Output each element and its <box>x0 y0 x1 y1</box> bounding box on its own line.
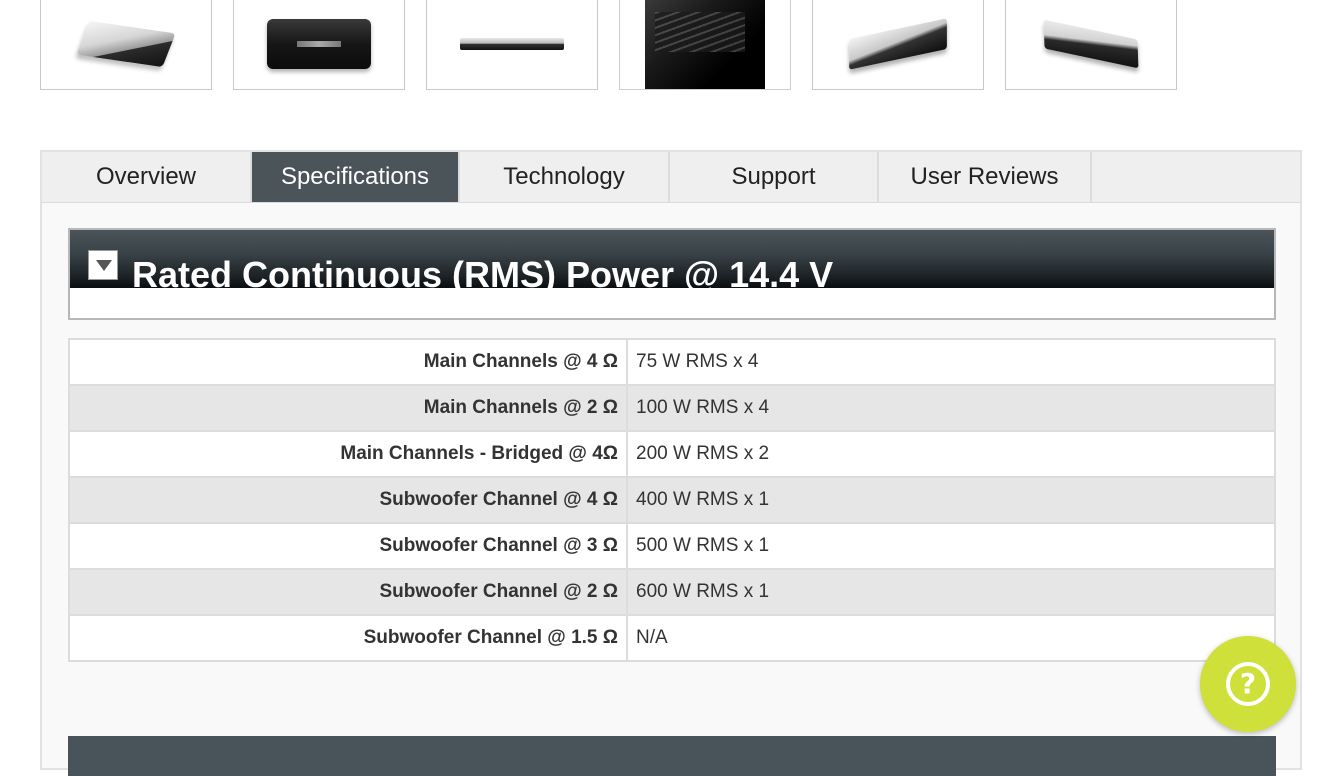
table-row: Main Channels - Bridged @ 4Ω 200 W RMS x… <box>68 430 1276 478</box>
product-thumbnail-strip <box>0 0 1334 100</box>
spec-value: 100 W RMS x 4 <box>626 384 1276 432</box>
spec-value: 75 W RMS x 4 <box>626 338 1276 386</box>
thumbnail-1[interactable] <box>40 0 212 90</box>
spec-value: 200 W RMS x 2 <box>626 430 1276 478</box>
table-row: Main Channels @ 2 Ω 100 W RMS x 4 <box>68 384 1276 432</box>
spec-value: N/A <box>626 614 1276 662</box>
table-row: Subwoofer Channel @ 4 Ω 400 W RMS x 1 <box>68 476 1276 524</box>
amplifier-black-top-image <box>267 19 371 69</box>
tab-overview[interactable]: Overview <box>42 152 252 202</box>
section-header: Rated Continuous (RMS) Power @ 14.4 V <box>68 228 1276 320</box>
tab-support[interactable]: Support <box>670 152 879 202</box>
spec-label: Subwoofer Channel @ 3 Ω <box>68 522 628 570</box>
table-row: Subwoofer Channel @ 1.5 Ω N/A <box>68 614 1276 662</box>
spec-value: 600 W RMS x 1 <box>626 568 1276 616</box>
table-row: Subwoofer Channel @ 2 Ω 600 W RMS x 1 <box>68 568 1276 616</box>
thumbnail-4[interactable] <box>619 0 791 90</box>
table-row: Main Channels @ 4 Ω 75 W RMS x 4 <box>68 338 1276 386</box>
collapse-toggle-icon[interactable] <box>88 250 118 280</box>
section-title: Rated Continuous (RMS) Power @ 14.4 V <box>132 254 834 288</box>
thumbnail-5[interactable] <box>812 0 984 90</box>
spec-label: Subwoofer Channel @ 2 Ω <box>68 568 628 616</box>
amplifier-silver-tilted-image <box>1043 19 1139 69</box>
section-title-bar[interactable]: Rated Continuous (RMS) Power @ 14.4 V <box>70 230 1274 288</box>
amplifier-silver-angle-image <box>76 20 176 68</box>
next-section-bar[interactable] <box>68 736 1276 776</box>
amplifier-closeup-dark-image <box>645 0 765 89</box>
spec-label: Main Channels @ 4 Ω <box>68 338 628 386</box>
thumbnail-3[interactable] <box>426 0 598 90</box>
tab-specifications[interactable]: Specifications <box>252 152 460 202</box>
spec-label: Main Channels - Bridged @ 4Ω <box>68 430 628 478</box>
spec-label: Subwoofer Channel @ 4 Ω <box>68 476 628 524</box>
amplifier-side-profile-image <box>460 38 564 50</box>
amplifier-open-panel-image <box>849 18 947 70</box>
tab-user-reviews[interactable]: User Reviews <box>879 152 1092 202</box>
spec-label: Main Channels @ 2 Ω <box>68 384 628 432</box>
spec-label: Subwoofer Channel @ 1.5 Ω <box>68 614 628 662</box>
specifications-table: Main Channels @ 4 Ω 75 W RMS x 4 Main Ch… <box>68 338 1276 662</box>
tab-technology[interactable]: Technology <box>460 152 670 202</box>
thumbnail-6[interactable] <box>1005 0 1177 90</box>
table-row: Subwoofer Channel @ 3 Ω 500 W RMS x 1 <box>68 522 1276 570</box>
help-button[interactable]: ? <box>1200 636 1296 732</box>
question-mark-icon: ? <box>1226 662 1270 706</box>
spec-value: 400 W RMS x 1 <box>626 476 1276 524</box>
tab-bar: Overview Specifications Technology Suppo… <box>42 152 1300 203</box>
thumbnail-2[interactable] <box>233 0 405 90</box>
product-details-panel: Overview Specifications Technology Suppo… <box>40 150 1302 776</box>
spec-value: 500 W RMS x 1 <box>626 522 1276 570</box>
